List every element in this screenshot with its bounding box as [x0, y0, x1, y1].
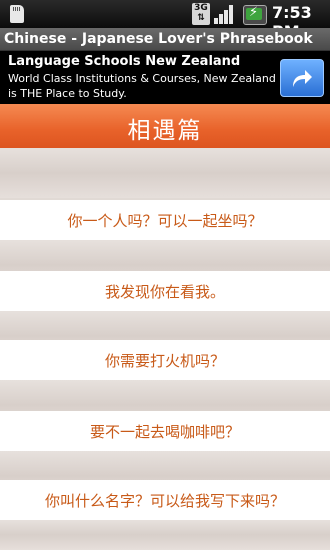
ad-open-button[interactable] [280, 59, 324, 97]
list-item[interactable]: 你需要打火机吗？ [0, 340, 330, 380]
list-item[interactable]: 你一个人吗？可以一起坐吗？ [0, 200, 330, 240]
battery-charging-icon [243, 5, 267, 25]
phrase-text: 你叫什么名字？可以给我写下来吗？ [44, 491, 285, 510]
list-divider [0, 520, 330, 550]
phrase-text: 你一个人吗？可以一起坐吗？ [67, 211, 263, 230]
section-title: 相遇篇 [127, 118, 203, 144]
sd-card-icon [10, 5, 24, 23]
ad-body-text[interactable]: World Class Institutions & Courses, New … [8, 71, 276, 101]
app-title-bar: Chinese - Japanese Lover's Phrasebook [0, 28, 330, 51]
phrase-list[interactable]: 你一个人吗？可以一起坐吗？ 我发现你在看我。 你需要打火机吗？ 要不一起去喝咖啡… [0, 148, 330, 550]
network-3g-icon: 3G ⇅ [192, 3, 210, 25]
phrase-text: 要不一起去喝咖啡吧？ [89, 422, 240, 441]
ad-headline[interactable]: Language Schools New Zealand [8, 54, 240, 69]
ad-banner[interactable]: Language Schools New Zealand World Class… [0, 51, 330, 103]
list-item[interactable]: 要不一起去喝咖啡吧？ [0, 411, 330, 451]
status-bar: 3G ⇅ 7:53 PM [0, 0, 330, 41]
phrase-text: 你需要打火机吗？ [104, 351, 225, 370]
list-divider [0, 148, 330, 198]
app-title: Chinese - Japanese Lover's Phrasebook [4, 31, 313, 47]
list-item[interactable]: 你叫什么名字？可以给我写下来吗？ [0, 480, 330, 520]
section-header: 相遇篇 [0, 104, 330, 148]
phrase-text: 我发现你在看我。 [104, 282, 225, 301]
share-arrow-icon [293, 70, 312, 87]
network-type-label: 3G [194, 3, 208, 13]
signal-strength-icon [214, 4, 236, 24]
list-item[interactable]: 我发现你在看我。 [0, 271, 330, 311]
